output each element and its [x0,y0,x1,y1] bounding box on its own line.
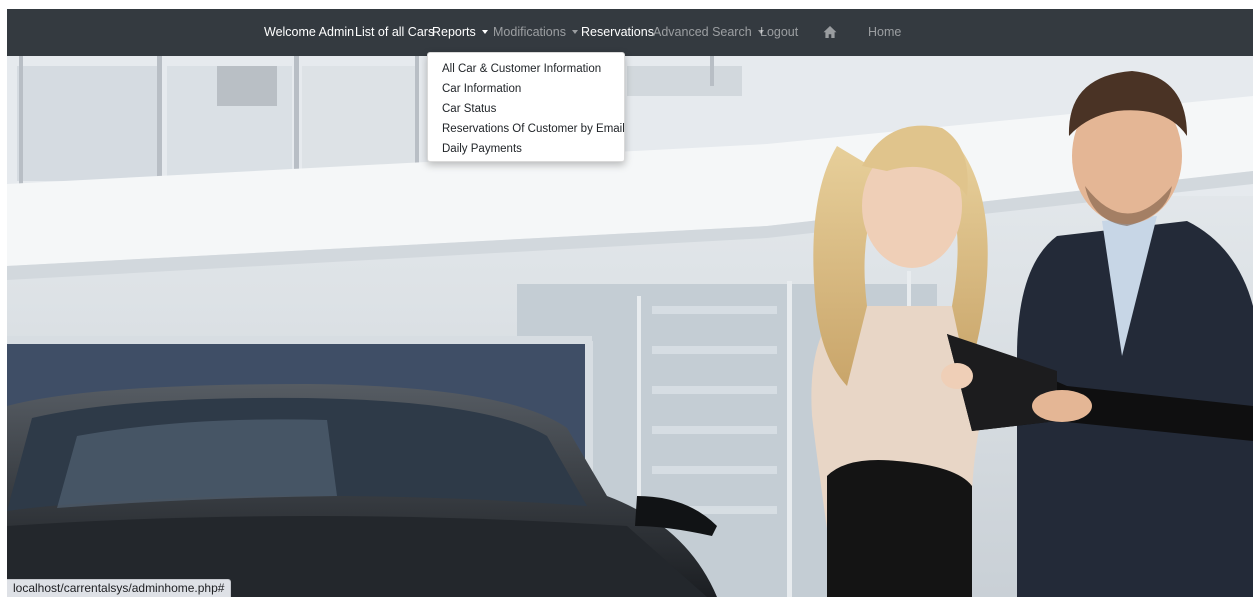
dropdown-item-daily-payments[interactable]: Daily Payments [442,142,522,156]
dropdown-item-car-information[interactable]: Car Information [442,82,521,96]
nav-modifications-dropdown[interactable]: Modifications [493,9,578,56]
nav-advanced-search-label: Advanced Search [653,25,752,39]
showroom-scene [7,56,1253,597]
nav-logout[interactable]: Logout [760,9,798,56]
dropdown-item-all-car-customer-info[interactable]: All Car & Customer Information [442,62,601,76]
nav-reports-dropdown[interactable]: Reports [432,9,488,56]
chevron-down-icon [481,30,488,34]
top-navbar: Welcome Admin List of all Cars Reports M… [7,9,1253,56]
hero-image [7,56,1253,597]
status-bar-url: localhost/carrentalsys/adminhome.php# [7,579,232,597]
nav-reports-label: Reports [432,25,476,39]
nav-list-all-cars[interactable]: List of all Cars [355,9,434,56]
chevron-down-icon [571,30,578,34]
welcome-label: Welcome Admin [264,25,355,39]
dropdown-item-car-status[interactable]: Car Status [442,102,496,116]
nav-modifications-label: Modifications [493,25,566,39]
nav-home[interactable]: Home [868,9,901,56]
nav-reservations[interactable]: Reservations [581,9,654,56]
reports-dropdown-menu: All Car & Customer Information Car Infor… [427,52,625,162]
home-icon[interactable] [823,25,837,39]
browser-viewport: Welcome Admin List of all Cars Reports M… [7,9,1253,597]
nav-advanced-search-dropdown[interactable]: Advanced Search [653,9,764,56]
dropdown-item-reservations-by-email[interactable]: Reservations Of Customer by Email [442,122,625,136]
